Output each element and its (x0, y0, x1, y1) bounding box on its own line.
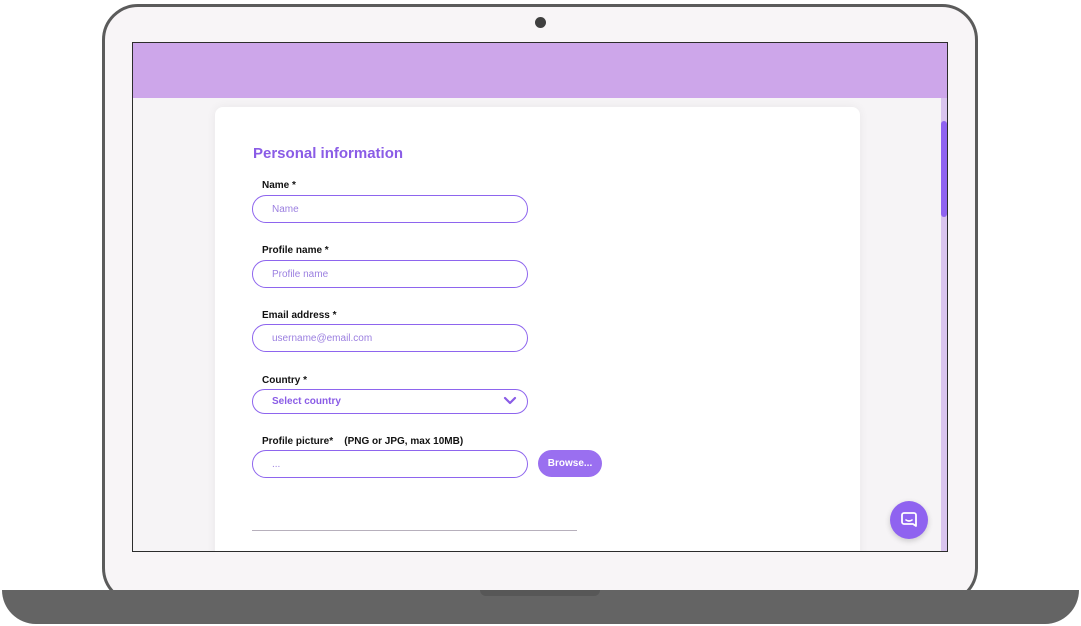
section-title: Personal information (253, 145, 404, 162)
laptop-base-notch (480, 590, 600, 596)
chat-bubble-icon (901, 512, 917, 527)
profile-picture-label: Profile picture* (PNG or JPG, max 10MB) (262, 436, 464, 447)
browse-button[interactable]: Browse... (538, 450, 602, 477)
laptop-mockup: Personal information Name * Profile name… (0, 0, 1081, 626)
country-label: Country * (262, 375, 307, 386)
scrollbar-thumb[interactable] (941, 121, 947, 217)
name-input[interactable] (252, 195, 528, 223)
profile-picture-input[interactable] (252, 450, 528, 478)
country-select[interactable]: Select country (252, 389, 528, 414)
email-label: Email address * (262, 310, 337, 321)
screen: Personal information Name * Profile name… (132, 42, 948, 552)
section-divider (252, 530, 577, 531)
chevron-down-icon (503, 396, 517, 405)
name-label: Name * (262, 180, 296, 191)
chat-button[interactable] (890, 501, 928, 539)
profile-name-input[interactable] (252, 260, 528, 288)
app-header-bar (133, 43, 947, 98)
webcam (535, 17, 546, 28)
personal-info-card: Personal information Name * Profile name… (215, 107, 860, 551)
email-input[interactable] (252, 324, 528, 352)
country-select-value: Select country (272, 396, 341, 407)
profile-name-label: Profile name * (262, 245, 329, 256)
